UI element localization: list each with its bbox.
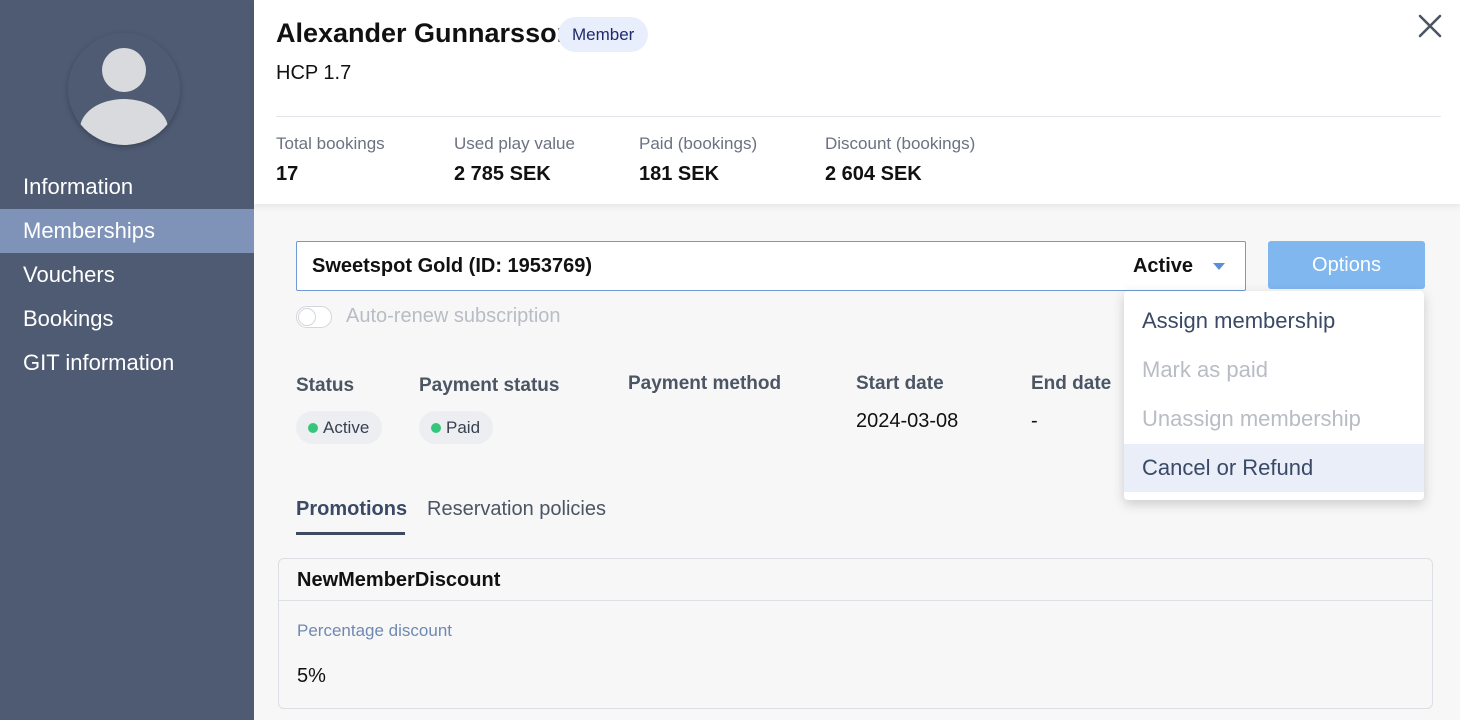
stat-label: Paid (bookings): [639, 134, 758, 153]
stat-value: 181 SEK: [639, 163, 720, 185]
player-hcp: HCP 1.7: [276, 62, 352, 84]
status-badge: Active: [296, 411, 383, 444]
stat-label: Used play value: [454, 134, 575, 153]
auto-renew-label: Auto-renew subscription: [346, 305, 561, 327]
stat-value: 2 785 SEK: [454, 163, 551, 185]
close-icon[interactable]: [1414, 10, 1446, 42]
header-divider: [276, 116, 1441, 117]
membership-status: Active: [1132, 255, 1193, 277]
stat-discount-bookings: Discount (bookings) 2 604 SEK: [825, 134, 975, 186]
stat-used-play-value: Used play value 2 785 SEK: [454, 134, 575, 186]
sidebar-nav: Information Memberships Vouchers Booking…: [0, 165, 254, 385]
player-header: Alexander Gunnarsson Member HCP 1.7 Tota…: [254, 0, 1460, 204]
stat-value: 2 604 SEK: [825, 163, 922, 185]
status-dot-icon: [431, 423, 441, 433]
options-button[interactable]: Options: [1268, 241, 1425, 289]
status-badge-text: Active: [323, 418, 370, 437]
promotion-label: Percentage discount: [297, 621, 452, 640]
promotion-title: NewMemberDiscount: [279, 559, 1432, 601]
menu-item-mark-as-paid: Mark as paid: [1142, 357, 1268, 382]
sidebar-item-information[interactable]: Information: [0, 165, 254, 209]
status-label: Status: [296, 375, 355, 396]
active-tab-indicator: [296, 532, 405, 535]
start-date-value: 2024-03-08: [856, 410, 959, 432]
member-badge: Member: [558, 17, 649, 52]
auto-renew-toggle[interactable]: [296, 306, 332, 328]
promotion-value: 5%: [297, 665, 326, 687]
sidebar-item-git-information[interactable]: GIT information: [0, 341, 254, 385]
tab-promotions[interactable]: Promotions: [296, 498, 407, 521]
sidebar-item-bookings[interactable]: Bookings: [0, 297, 254, 341]
stat-total-bookings: Total bookings 17: [276, 134, 385, 186]
payment-method-label: Payment method: [628, 373, 782, 394]
start-date-label: Start date: [856, 373, 944, 394]
toggle-knob: [298, 308, 316, 326]
payment-status-badge-text: Paid: [446, 418, 481, 437]
stat-value: 17: [276, 163, 299, 185]
status-dot-icon: [308, 423, 318, 433]
menu-item-cancel-or-refund[interactable]: Cancel or Refund: [1124, 444, 1424, 492]
menu-item-assign-membership[interactable]: Assign membership: [1124, 297, 1424, 345]
payment-status-badge: Paid: [419, 411, 494, 444]
membership-select[interactable]: Sweetspot Gold (ID: 1953769) Active: [296, 241, 1246, 291]
end-date-value: -: [1031, 410, 1038, 432]
promotion-card: NewMemberDiscount Percentage discount 5%: [278, 558, 1433, 709]
payment-status-label: Payment status: [419, 375, 560, 396]
sidebar-item-memberships[interactable]: Memberships: [0, 209, 254, 253]
tab-reservation-policies[interactable]: Reservation policies: [427, 498, 606, 521]
sidebar: Information Memberships Vouchers Booking…: [0, 0, 254, 720]
end-date-label: End date: [1031, 373, 1112, 394]
stat-label: Total bookings: [276, 134, 385, 153]
membership-name: Sweetspot Gold (ID: 1953769): [312, 255, 593, 277]
stat-paid-bookings: Paid (bookings) 181 SEK: [639, 134, 757, 186]
stat-label: Discount (bookings): [825, 134, 976, 153]
player-name: Alexander Gunnarsson: [276, 18, 574, 48]
sidebar-item-vouchers[interactable]: Vouchers: [0, 253, 254, 297]
menu-item-unassign-membership: Unassign membership: [1142, 406, 1361, 431]
user-avatar-icon: [68, 33, 180, 145]
options-menu: Assign membership Mark as paid Unassign …: [1124, 291, 1424, 500]
caret-down-icon: [1213, 263, 1225, 270]
